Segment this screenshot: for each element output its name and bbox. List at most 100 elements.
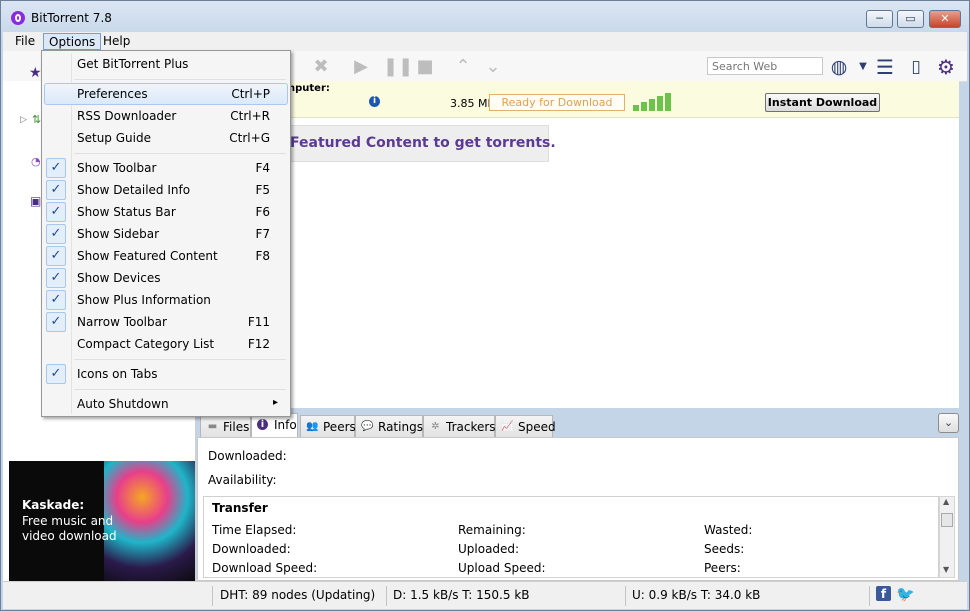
menu-item-show-featured-content[interactable]: ✓ Show Featured Content F8 (44, 245, 288, 267)
ad-title: Kaskade: (22, 498, 85, 512)
status-divider (869, 586, 870, 606)
search-engine-globe-icon[interactable]: ◍ (829, 57, 849, 77)
tab-trackers[interactable]: ✲ Trackers (423, 415, 496, 437)
start-icon[interactable]: ▶ (351, 57, 371, 77)
checkmark-icon: ✓ (46, 224, 66, 244)
menu-item-show-sidebar[interactable]: ✓ Show Sidebar F7 (44, 223, 288, 245)
transfer-section: Transfer Time Elapsed: Remaining: Wasted… (203, 496, 939, 578)
scroll-down-arrow-icon[interactable]: ▼ (943, 565, 949, 574)
facebook-icon[interactable]: f (876, 586, 891, 601)
details-scrollbar[interactable]: ▲ ▼ (939, 496, 955, 578)
menu-item-shortcut: F8 (255, 249, 270, 263)
menu-item-show-devices[interactable]: ✓ Show Devices (44, 267, 288, 289)
scroll-up-arrow-icon[interactable]: ▲ (943, 497, 949, 506)
move-down-icon[interactable]: ⌄ (483, 57, 503, 77)
menu-item-rss-downloader[interactable]: RSS Downloader Ctrl+R (44, 105, 288, 127)
feeds-icon[interactable]: ◔ (31, 155, 41, 168)
seeds-label: Seeds: (704, 542, 745, 556)
signal-bar (665, 93, 671, 111)
scroll-thumb[interactable] (941, 513, 953, 527)
instant-download-button[interactable]: Instant Download (765, 93, 880, 112)
menu-file[interactable]: File (10, 33, 40, 50)
download-rate-status[interactable]: D: 1.5 kB/s T: 150.5 kB (393, 588, 530, 602)
menu-item-shortcut: F4 (255, 161, 270, 175)
menu-item-label: Auto Shutdown (77, 397, 169, 411)
stop-icon[interactable]: ■ (415, 57, 435, 77)
title-bar: BitTorrent 7.8 ─ ▭ ✕ (1, 1, 969, 31)
tab-ratings[interactable]: 💬 Ratings (355, 415, 423, 437)
maximize-button[interactable]: ▭ (897, 10, 924, 28)
search-web-input[interactable] (707, 57, 823, 75)
menu-help[interactable]: Help (98, 33, 135, 50)
menu-item-label: Narrow Toolbar (77, 315, 167, 329)
menu-item-narrow-toolbar[interactable]: ✓ Narrow Toolbar F11 (44, 311, 288, 333)
menu-item-label: Compact Category List (77, 337, 215, 351)
menu-bar: File Options Help (3, 32, 967, 51)
minimize-button[interactable]: ─ (866, 10, 893, 28)
peers-icon: 👥 (306, 421, 319, 432)
tab-files[interactable]: ▬ Files (200, 415, 251, 437)
twitter-icon[interactable]: 🐦 (896, 585, 915, 603)
remove-torrent-icon[interactable]: ✖ (311, 57, 331, 77)
menu-item-shortcut: F7 (255, 227, 270, 241)
expand-arrow-icon[interactable]: ▷ (20, 115, 27, 125)
menu-item-compact-category-list[interactable]: Compact Category List F12 (44, 333, 288, 355)
signal-bar (649, 99, 655, 111)
devices-icon[interactable]: ▯ (906, 57, 926, 77)
window-title: BitTorrent 7.8 (31, 11, 112, 25)
dht-status[interactable]: DHT: 89 nodes (Updating) (220, 588, 375, 602)
detailed-list-view-icon[interactable]: ☰ (875, 57, 895, 77)
pause-icon[interactable]: ❚❚ (383, 57, 413, 77)
checkmark-icon: ✓ (46, 364, 66, 384)
menu-item-label: Show Featured Content (77, 249, 218, 263)
checkmark-icon: ✓ (46, 290, 66, 310)
featured-star-icon[interactable]: ★ (29, 65, 42, 81)
speed-graph-icon: 📈 (501, 421, 514, 432)
menu-item-show-toolbar[interactable]: ✓ Show Toolbar F4 (44, 157, 288, 179)
menu-options[interactable]: Options (43, 33, 102, 50)
upload-speed-label: Upload Speed: (458, 561, 546, 575)
menu-item-show-status-bar[interactable]: ✓ Show Status Bar F6 (44, 201, 288, 223)
menu-item-setup-guide[interactable]: Setup Guide Ctrl+G (44, 127, 288, 149)
torrents-category-icon[interactable]: ⇅ (32, 113, 41, 126)
menu-item-label: Show Status Bar (77, 205, 176, 219)
search-engine-dropdown-icon[interactable]: ▼ (853, 57, 873, 77)
menu-item-label: Setup Guide (77, 131, 151, 145)
plus-status-field: Ready for Download (489, 94, 625, 111)
featured-content-banner[interactable]: Featured Content to get torrents. (283, 125, 556, 162)
upload-rate-status[interactable]: U: 0.9 kB/s T: 34.0 kB (632, 588, 760, 602)
status-divider (625, 586, 626, 606)
tab-peers[interactable]: 👥 Peers (300, 415, 356, 437)
menu-item-shortcut: F11 (247, 315, 270, 329)
collapse-details-button[interactable]: ⌄ (938, 413, 959, 433)
checkmark-icon: ✓ (46, 312, 66, 332)
availability-label: Availability: (208, 473, 277, 487)
menu-item-shortcut: F5 (255, 183, 270, 197)
signal-bar (633, 105, 639, 111)
menu-item-auto-shutdown[interactable]: Auto Shutdown ▸ (44, 393, 288, 415)
peers-label: Peers: (704, 561, 741, 575)
menu-item-preferences[interactable]: Preferences Ctrl+P (44, 83, 288, 105)
menu-item-label: Show Toolbar (77, 161, 157, 175)
sidebar-ad[interactable]: Kaskade: Free music and video download (9, 461, 195, 581)
ratings-bubble-icon: 💬 (361, 421, 374, 432)
info-icon[interactable]: i (369, 96, 380, 107)
menu-item-icons-on-tabs[interactable]: ✓ Icons on Tabs (44, 363, 288, 385)
devices-sidebar-icon[interactable]: ▣ (30, 194, 41, 208)
close-button[interactable]: ✕ (929, 10, 961, 28)
menu-item-show-detailed-info[interactable]: ✓ Show Detailed Info F5 (44, 179, 288, 201)
trackers-icon: ✲ (431, 421, 440, 432)
tab-speed[interactable]: 📈 Speed (495, 415, 556, 437)
menu-item-show-plus-information[interactable]: ✓ Show Plus Information (44, 289, 288, 311)
menu-separator (74, 389, 286, 390)
tab-label: Files (223, 420, 250, 434)
download-speed-label: Download Speed: (212, 561, 318, 575)
preferences-gear-icon[interactable]: ⚙ (936, 57, 956, 77)
time-elapsed-label: Time Elapsed: (212, 523, 297, 537)
status-divider (212, 586, 213, 606)
menu-item-shortcut: Ctrl+G (229, 131, 270, 145)
move-up-icon[interactable]: ⌃ (453, 57, 473, 77)
menu-item-get-bittorrent-plus[interactable]: Get BitTorrent Plus (44, 53, 288, 75)
menu-item-label: Icons on Tabs (77, 367, 158, 381)
menu-item-shortcut: F6 (255, 205, 270, 219)
